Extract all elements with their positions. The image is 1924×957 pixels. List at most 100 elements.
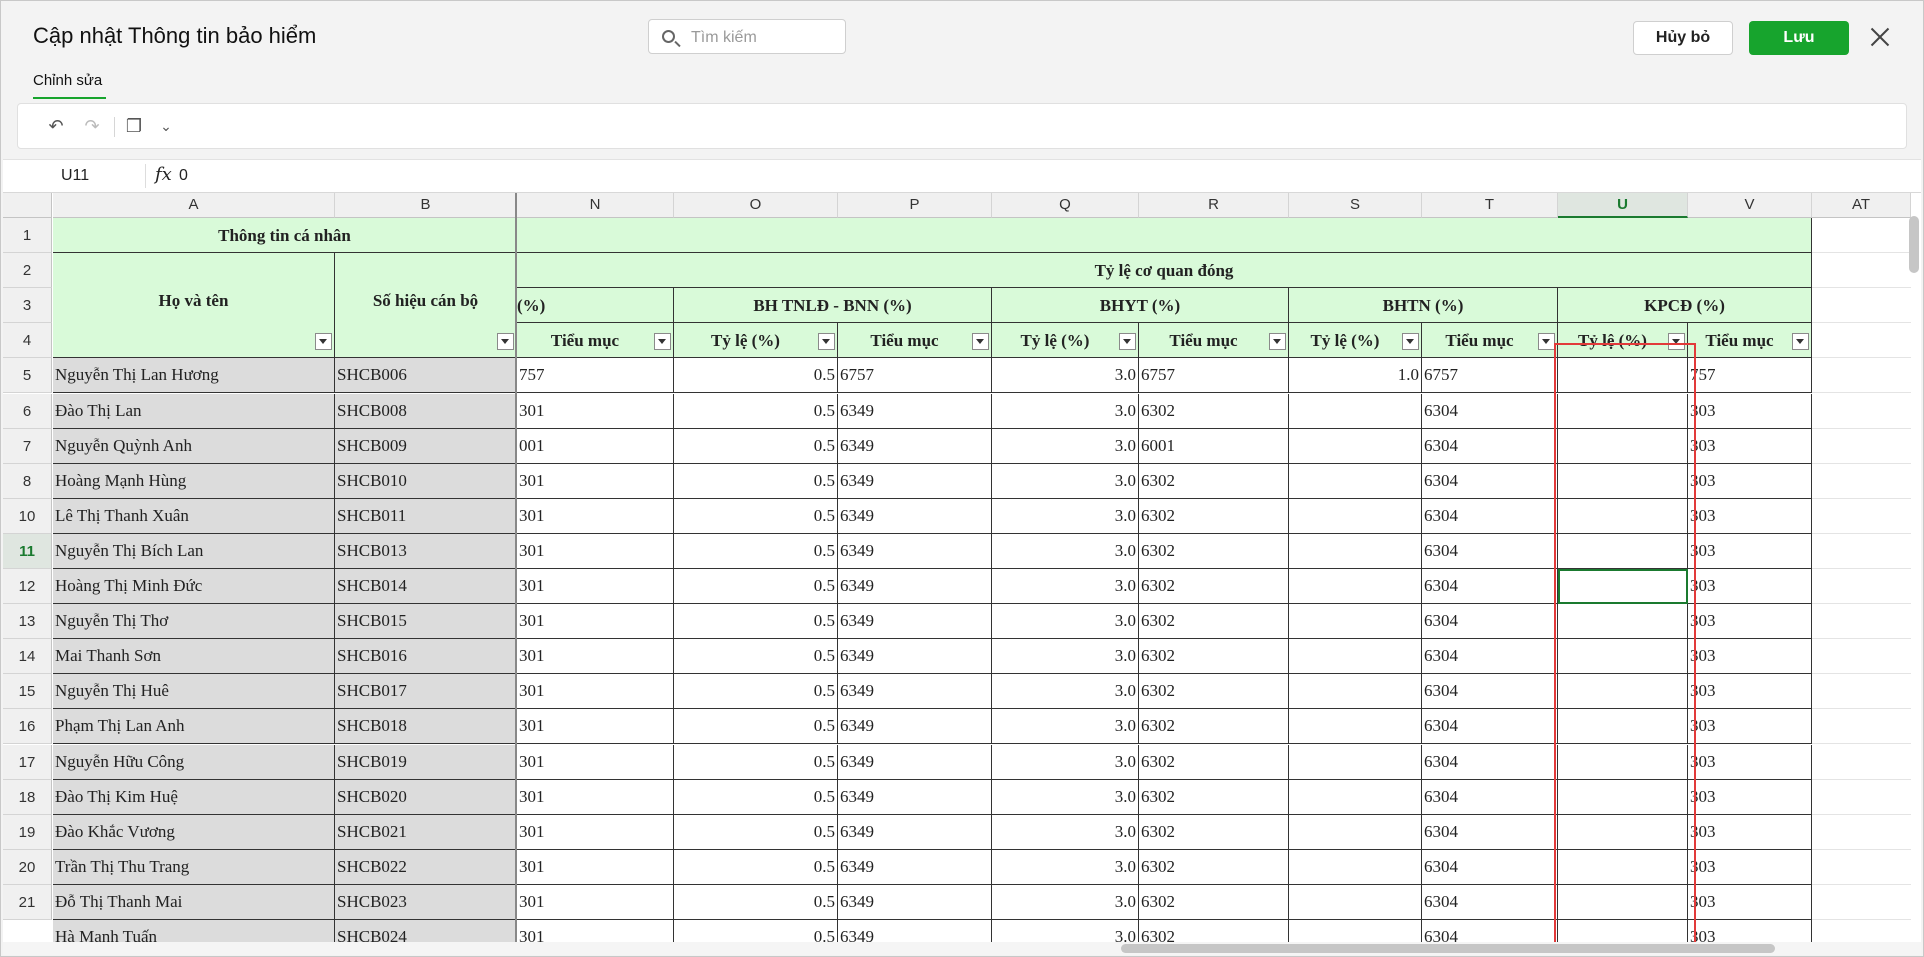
- cell-staff-code[interactable]: SHCB016: [335, 639, 517, 675]
- cell-s[interactable]: [1289, 639, 1422, 675]
- cell-t[interactable]: 6304: [1422, 428, 1558, 464]
- cell-s[interactable]: [1289, 814, 1422, 850]
- cell-r[interactable]: 6302: [1139, 393, 1289, 429]
- horizontal-scrollbar[interactable]: [1121, 944, 1775, 953]
- cell-q[interactable]: 3.0: [992, 849, 1139, 885]
- row-header[interactable]: 8: [3, 463, 52, 499]
- filter-dropdown-icon[interactable]: [497, 333, 514, 351]
- cell-q[interactable]: 3.0: [992, 358, 1139, 394]
- copy-icon[interactable]: ❐: [122, 114, 146, 138]
- cell-full-name[interactable]: Nguyễn Thị Thơ: [53, 604, 335, 640]
- cell-r[interactable]: 6302: [1139, 814, 1289, 850]
- cell-staff-code[interactable]: SHCB013: [335, 533, 517, 569]
- cancel-button[interactable]: Hủy bỏ: [1633, 21, 1733, 55]
- cell-at[interactable]: [1812, 674, 1911, 710]
- cell-t[interactable]: 6304: [1422, 814, 1558, 850]
- cell-staff-code[interactable]: SHCB006: [335, 358, 517, 394]
- cell-n[interactable]: 301: [517, 604, 674, 640]
- cell-full-name[interactable]: Hà Mạnh Tuấn: [53, 920, 335, 943]
- vertical-scrollbar[interactable]: [1909, 216, 1919, 273]
- cell-s[interactable]: [1289, 393, 1422, 429]
- column-header-r[interactable]: R: [1139, 193, 1289, 218]
- cell-r[interactable]: 6302: [1139, 639, 1289, 675]
- row-header[interactable]: 20: [3, 849, 52, 885]
- cell-at[interactable]: [1812, 745, 1911, 780]
- cell-t[interactable]: 6304: [1422, 393, 1558, 429]
- cell-o[interactable]: 0.5: [674, 779, 838, 815]
- row-header[interactable]: 4: [3, 323, 52, 359]
- row-header[interactable]: 14: [3, 639, 52, 675]
- cell-full-name[interactable]: Nguyễn Thị Huê: [53, 674, 335, 710]
- row-header[interactable]: 19: [3, 814, 52, 850]
- cell-staff-code[interactable]: SHCB019: [335, 744, 517, 780]
- cell-r[interactable]: 6302: [1139, 498, 1289, 534]
- cell-at[interactable]: [1812, 639, 1911, 675]
- row-header[interactable]: 21: [3, 884, 52, 920]
- undo-icon[interactable]: ↶: [44, 114, 68, 138]
- cell-r[interactable]: 6001: [1139, 428, 1289, 464]
- cell-v[interactable]: 303: [1688, 779, 1812, 815]
- cell-p[interactable]: 6349: [838, 639, 992, 675]
- row-header[interactable]: 6: [3, 393, 52, 429]
- row-header[interactable]: 10: [3, 498, 52, 534]
- cell-full-name[interactable]: Hoàng Thị Minh Đức: [53, 569, 335, 605]
- cell-staff-code[interactable]: SHCB008: [335, 393, 517, 429]
- cell-o[interactable]: 0.5: [674, 463, 838, 499]
- cell-n[interactable]: 301: [517, 639, 674, 675]
- cell-t[interactable]: 6304: [1422, 849, 1558, 885]
- column-header-s[interactable]: S: [1289, 193, 1422, 218]
- cell-v[interactable]: 303: [1688, 849, 1812, 885]
- cell-q[interactable]: 3.0: [992, 709, 1139, 745]
- cell-full-name[interactable]: Nguyễn Quỳnh Anh: [53, 428, 335, 464]
- filter-dropdown-icon[interactable]: [1792, 333, 1809, 351]
- cell-at[interactable]: [1812, 569, 1911, 605]
- cell-at[interactable]: [1812, 358, 1911, 394]
- cell-r[interactable]: 6302: [1139, 569, 1289, 605]
- cell-at[interactable]: [1812, 885, 1911, 920]
- cell-p[interactable]: 6349: [838, 814, 992, 850]
- tab-edit[interactable]: Chỉnh sửa: [33, 72, 102, 89]
- select-all-corner[interactable]: [3, 193, 52, 218]
- filter-dropdown-icon[interactable]: [654, 333, 671, 351]
- cell-at[interactable]: [1812, 534, 1911, 569]
- cell-n[interactable]: 001: [517, 428, 674, 464]
- cell-r[interactable]: 6302: [1139, 709, 1289, 745]
- close-icon[interactable]: [1867, 24, 1893, 50]
- cell-p[interactable]: 6349: [838, 674, 992, 710]
- cell-t[interactable]: 6304: [1422, 884, 1558, 920]
- filter-dropdown-icon[interactable]: [1119, 333, 1136, 351]
- cell-staff-code[interactable]: SHCB015: [335, 604, 517, 640]
- cell-p[interactable]: 6349: [838, 884, 992, 920]
- filter-dropdown-icon[interactable]: [1402, 333, 1419, 351]
- cell-at[interactable]: [1812, 604, 1911, 640]
- cell-q[interactable]: 3.0: [992, 779, 1139, 815]
- cell-full-name[interactable]: Trần Thị Thu Trang: [53, 849, 335, 885]
- row-header[interactable]: 7: [3, 428, 52, 464]
- cell-v[interactable]: 757: [1688, 358, 1812, 394]
- cell-r[interactable]: 6302: [1139, 463, 1289, 499]
- cell-q[interactable]: 3.0: [992, 463, 1139, 499]
- filter-dropdown-icon[interactable]: [1269, 333, 1286, 351]
- row-header[interactable]: 5: [3, 358, 52, 394]
- cell-staff-code[interactable]: SHCB011: [335, 498, 517, 534]
- cell-at[interactable]: [1812, 288, 1911, 324]
- cell-q[interactable]: 3.0: [992, 639, 1139, 675]
- cell-s[interactable]: [1289, 744, 1422, 780]
- row-header[interactable]: 18: [3, 779, 52, 815]
- cell-t[interactable]: 6304: [1422, 639, 1558, 675]
- cell-v[interactable]: 303: [1688, 428, 1812, 464]
- save-button[interactable]: Lưu: [1749, 21, 1849, 55]
- cell-s[interactable]: 1.0: [1289, 358, 1422, 394]
- cell-r[interactable]: 6302: [1139, 744, 1289, 780]
- row-header[interactable]: 16: [3, 709, 52, 745]
- cell-staff-code[interactable]: SHCB023: [335, 884, 517, 920]
- cell-s[interactable]: [1289, 779, 1422, 815]
- cell-full-name[interactable]: Nguyễn Thị Bích Lan: [53, 533, 335, 569]
- cell-q[interactable]: 3.0: [992, 428, 1139, 464]
- cell-full-name[interactable]: Lê Thị Thanh Xuân: [53, 498, 335, 534]
- cell-s[interactable]: [1289, 428, 1422, 464]
- row-header[interactable]: 15: [3, 674, 52, 710]
- column-header-at[interactable]: AT: [1812, 193, 1911, 218]
- filter-dropdown-icon[interactable]: [818, 333, 835, 351]
- cell-q[interactable]: 3.0: [992, 814, 1139, 850]
